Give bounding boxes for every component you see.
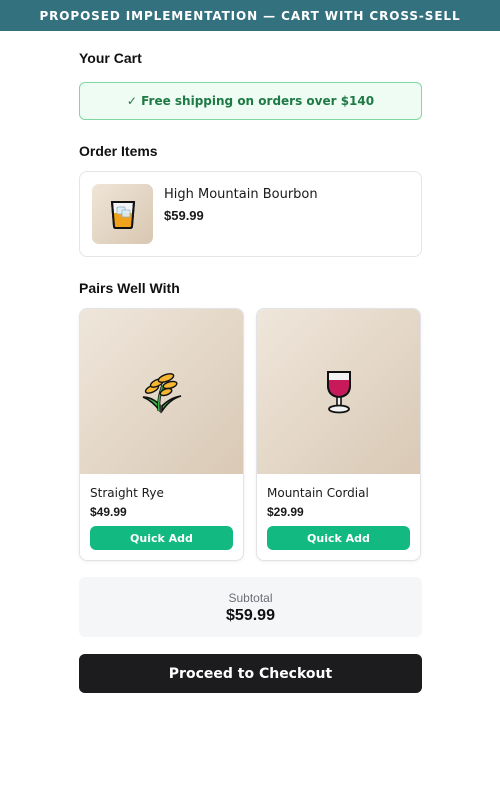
cross-sell-price: $29.99 [267, 505, 304, 519]
order-item-name: High Mountain Bourbon [164, 187, 318, 202]
cross-sell-name: Mountain Cordial [267, 486, 369, 500]
wine-glass-icon [326, 370, 351, 413]
free-shipping-text: ✓ Free shipping on orders over $140 [126, 94, 375, 108]
rye-grain-icon [142, 372, 181, 414]
quick-add-button[interactable]: Quick Add [90, 526, 233, 550]
cart-title: Your Cart [79, 50, 142, 66]
order-item-card: High Mountain Bourbon $59.99 [79, 171, 422, 257]
subtotal-label: Subtotal [228, 591, 273, 605]
top-banner: PROPOSED IMPLEMENTATION — CART WITH CROS… [0, 0, 500, 31]
cross-sell-image [80, 309, 243, 474]
cross-sell-image [257, 309, 420, 474]
cross-sell-name: Straight Rye [90, 486, 164, 500]
order-item-price: $59.99 [164, 208, 204, 223]
quick-add-button[interactable]: Quick Add [267, 526, 410, 550]
order-items-title: Order Items [79, 143, 158, 159]
whiskey-glass-icon [110, 201, 135, 229]
subtotal-panel: Subtotal $59.99 [79, 577, 422, 637]
cross-sell-price: $49.99 [90, 505, 127, 519]
free-shipping-notice: ✓ Free shipping on orders over $140 [79, 82, 422, 120]
cross-sell-card-straight-rye: Straight Rye $49.99 Quick Add [79, 308, 244, 561]
proceed-to-checkout-button[interactable]: Proceed to Checkout [79, 654, 422, 693]
subtotal-value: $59.99 [226, 607, 275, 624]
order-item-thumbnail [92, 184, 153, 244]
cross-sell-card-mountain-cordial: Mountain Cordial $29.99 Quick Add [256, 308, 421, 561]
pairs-well-title: Pairs Well With [79, 280, 180, 296]
banner-title: PROPOSED IMPLEMENTATION — CART WITH CROS… [39, 8, 461, 23]
